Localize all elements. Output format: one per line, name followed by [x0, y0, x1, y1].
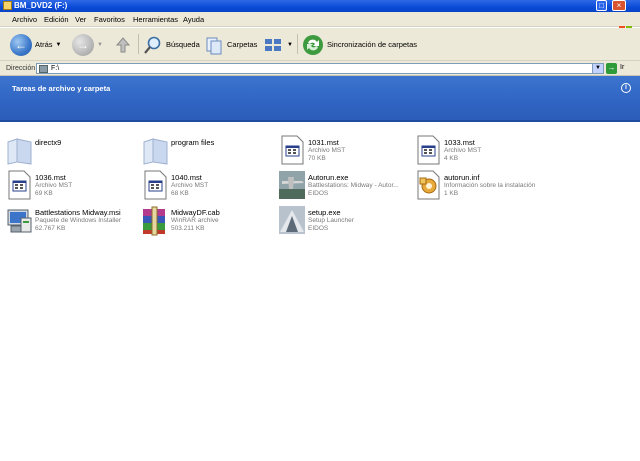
- address-label: Dirección: [6, 65, 36, 72]
- file-item[interactable]: 1040.mst Archivo MST 68 KB: [141, 169, 276, 203]
- file-item[interactable]: setup.exe Setup Launcher EIDOS: [278, 204, 413, 238]
- file-type: Paquete de Windows Installer: [35, 217, 121, 224]
- file-name: autorun.inf: [444, 174, 480, 182]
- forward-arrow-icon: →: [72, 33, 94, 56]
- menu-archivo[interactable]: Archivo: [12, 15, 37, 24]
- menu-ayuda[interactable]: Ayuda: [183, 15, 204, 24]
- file-list: directx9 program files 1031.mst Archivo …: [0, 124, 640, 461]
- sync-label: Sincronización de carpetas: [327, 40, 418, 49]
- file-name: program files: [171, 139, 215, 147]
- toolbar-separator: [297, 34, 298, 54]
- drive-icon: [39, 65, 48, 73]
- mst-file-icon: [144, 170, 167, 200]
- title-bar: BM_DVD2 (F:) □ ×: [0, 0, 640, 12]
- search-button[interactable]: Búsqueda: [143, 32, 200, 57]
- toolbar: ← Atrás ▼ → ▼ Búsqueda Carpetas ▼ Sincro…: [0, 28, 640, 61]
- chevron-down-icon[interactable]: ▼: [97, 42, 103, 48]
- chevron-down-icon[interactable]: ▼: [287, 42, 293, 48]
- file-item[interactable]: program files: [141, 134, 276, 168]
- file-size: 69 KB: [35, 190, 53, 197]
- forward-button[interactable]: → ▼: [72, 32, 103, 57]
- mst-file-icon: [8, 170, 31, 200]
- file-item[interactable]: directx9: [5, 134, 140, 168]
- menu-herramientas[interactable]: Herramientas: [133, 15, 178, 24]
- file-name: Autorun.exe: [308, 174, 349, 182]
- window-title: BM_DVD2 (F:): [14, 1, 68, 10]
- file-name: MidwayDF.cab: [171, 209, 220, 217]
- back-label: Atrás: [35, 40, 53, 49]
- address-input[interactable]: F:\: [36, 63, 604, 74]
- file-size: 68 KB: [171, 190, 189, 197]
- file-item[interactable]: autorun.inf Información sobre la instala…: [414, 169, 549, 203]
- file-item[interactable]: Battlestations Midway.msi Paquete de Win…: [5, 204, 140, 238]
- mst-file-icon: [417, 135, 440, 165]
- folders-label: Carpetas: [227, 40, 258, 49]
- go-arrow-icon[interactable]: →: [606, 63, 617, 74]
- file-item[interactable]: MidwayDF.cab WinRAR archive 503.211 KB: [141, 204, 276, 238]
- file-company: EIDOS: [308, 225, 329, 232]
- setup-launcher-icon: [279, 206, 305, 234]
- file-name: 1036.mst: [35, 174, 66, 182]
- folder-icon: [7, 138, 32, 165]
- task-pane-title[interactable]: Tareas de archivo y carpeta: [12, 84, 110, 93]
- toolbar-separator: [138, 34, 139, 54]
- up-arrow-icon: [115, 36, 131, 52]
- back-button[interactable]: ← Atrás ▼: [10, 32, 61, 57]
- task-pane: Tareas de archivo y carpeta i: [0, 76, 640, 122]
- up-folder-button[interactable]: [114, 32, 132, 57]
- menu-ver[interactable]: Ver: [75, 15, 86, 24]
- back-arrow-icon: ←: [10, 33, 32, 56]
- folders-button[interactable]: Carpetas: [204, 32, 257, 57]
- folder-icon: [143, 138, 168, 165]
- views-icon: [265, 38, 281, 51]
- menu-edicion[interactable]: Edición: [44, 15, 69, 24]
- file-item[interactable]: 1033.mst Archivo MST 4 KB: [414, 134, 549, 168]
- sync-folders-button[interactable]: Sincronización de carpetas: [302, 32, 417, 57]
- mst-file-icon: [281, 135, 304, 165]
- file-type: Archivo MST: [444, 147, 482, 154]
- file-name: 1040.mst: [171, 174, 202, 182]
- file-size: 4 KB: [444, 155, 459, 162]
- file-item[interactable]: Autorun.exe Battlestations: Midway - Aut…: [278, 169, 413, 203]
- file-name: 1033.mst: [444, 139, 475, 147]
- go-button[interactable]: Ir: [620, 64, 624, 71]
- file-description: Setup Launcher: [308, 217, 354, 224]
- file-item[interactable]: 1036.mst Archivo MST 69 KB: [5, 169, 140, 203]
- address-dropdown-button[interactable]: ▼: [592, 63, 604, 74]
- winrar-icon: [143, 206, 165, 236]
- file-type: Archivo MST: [171, 182, 209, 189]
- file-type: Información sobre la instalación: [444, 182, 536, 189]
- inf-file-icon: [417, 170, 440, 200]
- folders-icon: [206, 37, 222, 54]
- file-name: Battlestations Midway.msi: [35, 209, 121, 217]
- search-label: Búsqueda: [166, 40, 200, 49]
- installer-icon: [7, 209, 32, 233]
- file-company: EIDOS: [308, 190, 329, 197]
- address-bar: Dirección F:\ ▼ → Ir: [0, 61, 640, 76]
- file-name: setup.exe: [308, 209, 341, 217]
- file-type: Archivo MST: [35, 182, 73, 189]
- file-type: WinRAR archive: [171, 217, 219, 224]
- search-icon: [144, 36, 161, 54]
- file-size: 62.767 KB: [35, 225, 66, 232]
- views-button[interactable]: ▼: [264, 32, 293, 57]
- file-name: directx9: [35, 139, 62, 147]
- address-value: F:\: [51, 65, 60, 72]
- menu-favoritos[interactable]: Favoritos: [94, 15, 125, 24]
- drive-icon: [3, 1, 12, 10]
- chevron-down-icon[interactable]: ▼: [56, 42, 62, 48]
- file-description: Battlestations: Midway - Autor...: [308, 182, 399, 189]
- file-size: 70 KB: [308, 155, 326, 162]
- file-size: 503.211 KB: [171, 225, 205, 232]
- close-button[interactable]: ×: [612, 0, 626, 11]
- file-item[interactable]: 1031.mst Archivo MST 70 KB: [278, 134, 413, 168]
- file-name: 1031.mst: [308, 139, 339, 147]
- file-size: 1 KB: [444, 190, 459, 197]
- file-type: Archivo MST: [308, 147, 346, 154]
- maximize-button[interactable]: □: [596, 0, 607, 11]
- info-icon[interactable]: i: [621, 83, 631, 93]
- aircraft-icon: [279, 171, 305, 199]
- menu-bar: Archivo Edición Ver Favoritos Herramient…: [0, 12, 640, 37]
- sync-icon: [303, 34, 323, 55]
